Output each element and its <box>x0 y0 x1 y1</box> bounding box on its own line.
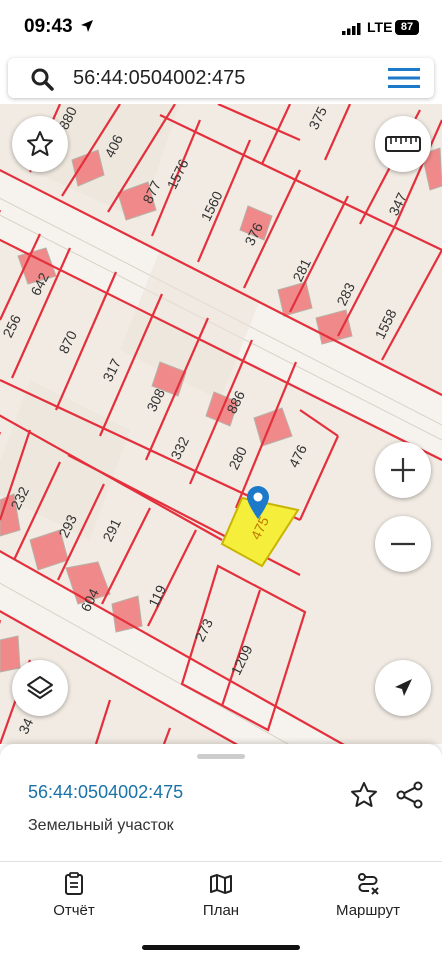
layers-button[interactable] <box>12 660 68 716</box>
status-bar: 09:43 LTE 87 <box>0 0 442 56</box>
zoom-out-button[interactable] <box>375 516 431 572</box>
tab-report[interactable]: Отчёт <box>24 872 124 922</box>
battery-icon: 87 <box>395 20 419 35</box>
map-icon <box>210 874 232 894</box>
star-outline-icon <box>27 131 53 156</box>
divider <box>0 861 442 862</box>
favorite-button[interactable] <box>12 116 68 172</box>
menu-icon[interactable] <box>388 67 420 89</box>
plus-icon <box>391 458 415 482</box>
search-bar[interactable]: 56:44:0504002:475 <box>8 58 434 98</box>
ruler-icon <box>385 136 421 152</box>
tab-plan[interactable]: План <box>171 872 271 922</box>
location-pin-icon[interactable] <box>245 484 271 520</box>
route-icon <box>358 873 379 895</box>
tab-label: Отчёт <box>53 902 95 919</box>
minus-icon <box>391 542 415 546</box>
my-location-button[interactable] <box>375 660 431 716</box>
search-icon[interactable] <box>30 67 54 91</box>
layers-icon <box>27 676 53 699</box>
tab-route[interactable]: Маршрут <box>318 872 418 922</box>
star-outline-icon[interactable] <box>349 780 379 810</box>
zoom-in-button[interactable] <box>375 442 431 498</box>
tab-label: План <box>202 902 240 919</box>
status-time: 09:43 <box>24 16 73 37</box>
tab-label: Маршрут <box>336 902 400 919</box>
sheet-handle[interactable] <box>197 754 245 759</box>
navigation-arrow-icon <box>395 679 412 696</box>
ruler-button[interactable] <box>375 116 431 172</box>
report-icon <box>65 872 83 895</box>
map-canvas[interactable] <box>0 104 442 744</box>
parcel-info-sheet[interactable]: 56:44:0504002:475 Земельный участок Отчё… <box>0 744 442 960</box>
network-type: LTE <box>367 19 393 35</box>
location-arrow-icon <box>81 20 93 32</box>
signal-icon <box>342 23 361 35</box>
cadastral-map[interactable]: 880 406 877 1576 1560 376 281 283 1558 3… <box>0 104 442 744</box>
share-icon[interactable] <box>395 780 425 810</box>
home-indicator[interactable] <box>142 945 300 950</box>
parcel-type: Земельный участок <box>28 817 174 834</box>
search-input[interactable]: 56:44:0504002:475 <box>73 67 245 90</box>
cadastral-number[interactable]: 56:44:0504002:475 <box>28 782 183 803</box>
